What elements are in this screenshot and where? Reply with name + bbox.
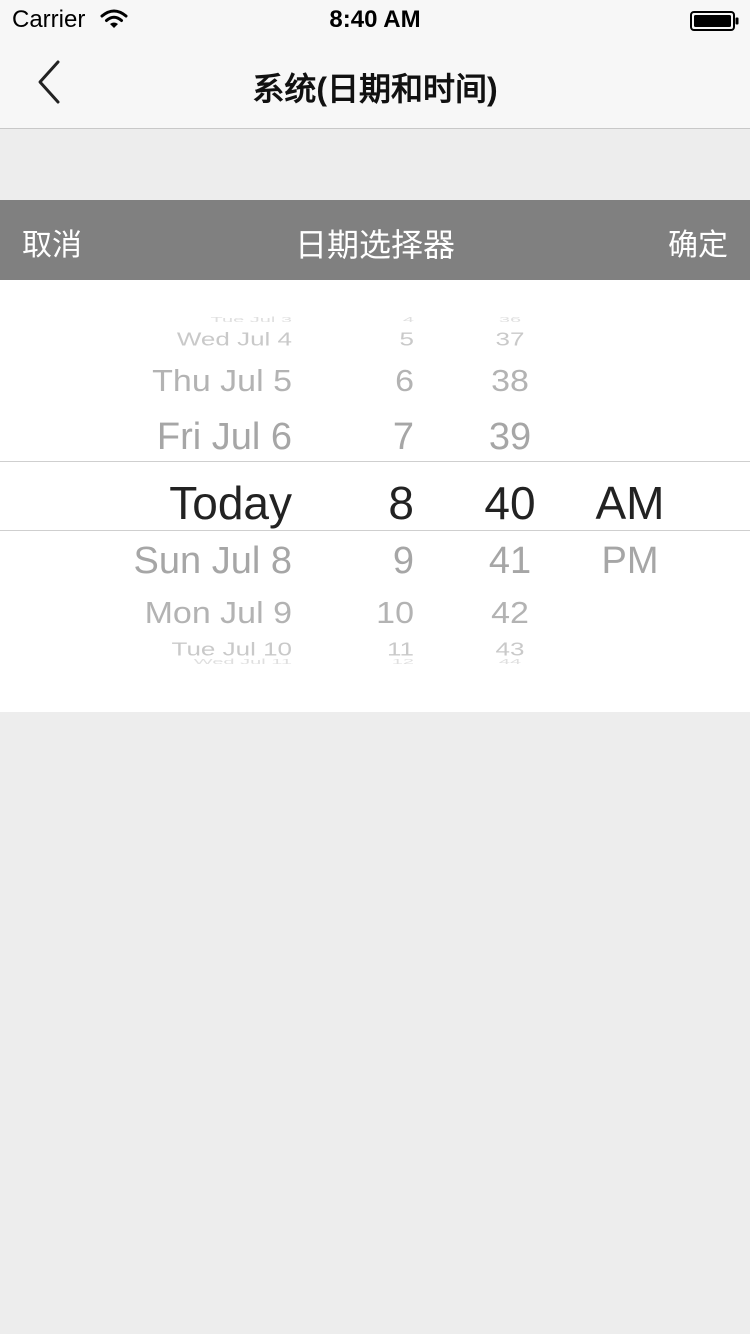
- date-option: Thu Jul 5: [152, 363, 292, 399]
- date-option: Tue Jul 3: [210, 316, 292, 324]
- hour-option: 7: [392, 416, 414, 458]
- hour-option: 11: [387, 638, 414, 660]
- date-wheel[interactable]: Tue Jul 3 Wed Jul 4 Thu Jul 5 Fri Jul 6 …: [60, 280, 300, 712]
- date-option: Fri Jul 6: [156, 416, 292, 458]
- minute-wheel[interactable]: 36 37 38 39 40 41 42 43 44: [460, 280, 560, 712]
- hour-option: 5: [399, 328, 414, 350]
- date-option: Tue Jul 10: [171, 638, 292, 660]
- minute-option: 43: [495, 638, 525, 660]
- ampm-option-selected: AM: [595, 477, 665, 529]
- date-option: Wed Jul 4: [176, 328, 292, 350]
- minute-option: 38: [491, 363, 529, 399]
- minute-option-selected: 40: [484, 477, 536, 529]
- page-title: 系统(日期和时间): [252, 71, 498, 107]
- date-option: Sun Jul 8: [133, 540, 292, 582]
- hour-option: 12: [391, 658, 414, 666]
- battery-icon: [690, 10, 740, 32]
- hour-option: 9: [392, 540, 414, 582]
- minute-option: 42: [491, 595, 529, 631]
- status-time: 8:40 AM: [329, 6, 421, 33]
- picker-toolbar: 取消 日期选择器 确定: [0, 200, 750, 280]
- confirm-button[interactable]: 确定: [668, 220, 728, 264]
- date-option: Mon Jul 9: [144, 595, 292, 631]
- ampm-wheel[interactable]: AM PM: [580, 280, 680, 712]
- hour-option: 6: [395, 363, 414, 399]
- minute-option: 37: [495, 328, 525, 350]
- status-bar: Carrier 8:40 AM: [0, 0, 750, 40]
- cancel-button[interactable]: 取消: [22, 220, 82, 264]
- hour-option: 10: [376, 595, 414, 631]
- minute-option: 39: [488, 416, 532, 458]
- hour-option: 4: [402, 316, 414, 324]
- hour-option-selected: 8: [388, 477, 414, 529]
- minute-option: 36: [498, 316, 522, 324]
- navigation-bar: 系统(日期和时间): [0, 40, 750, 129]
- date-option-selected: Today: [169, 477, 292, 529]
- picker-title: 日期选择器: [294, 227, 455, 263]
- date-time-picker: Tue Jul 3 Wed Jul 4 Thu Jul 5 Fri Jul 6 …: [0, 280, 750, 712]
- ampm-option: PM: [601, 540, 659, 582]
- date-option: Wed Jul 11: [193, 658, 292, 666]
- hour-wheel[interactable]: 4 5 6 7 8 9 10 11 12: [340, 280, 440, 712]
- minute-option: 41: [488, 540, 532, 582]
- minute-option: 44: [498, 658, 522, 666]
